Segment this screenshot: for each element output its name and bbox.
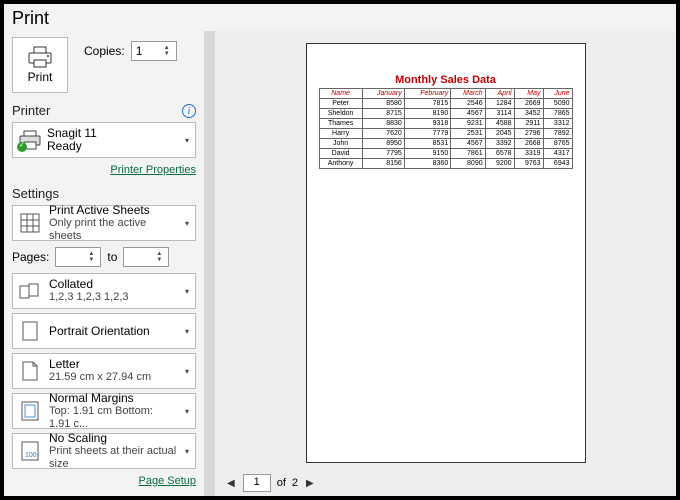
chevron-down-icon: ▾ (185, 287, 189, 296)
grid-icon (19, 212, 41, 234)
setting-text: Portrait Orientation (49, 325, 177, 338)
table-header: April (485, 89, 514, 99)
table-header: Name (319, 89, 362, 99)
setting-collated[interactable]: Collated 1,2,3 1,2,3 1,2,3 ▾ (12, 273, 196, 309)
setting-title: Collated (49, 278, 177, 291)
setting-title: Letter (49, 358, 177, 371)
paper-icon (19, 360, 41, 382)
setting-title: Print Active Sheets (49, 204, 177, 217)
table-row: Peter858078152546128426695090 (319, 99, 572, 109)
page-nav: ◀ 1 of 2 ▶ (215, 470, 676, 496)
printer-section-head: Printer i (12, 103, 196, 118)
print-button-label: Print (28, 70, 53, 84)
margins-icon (19, 400, 41, 422)
chevron-down-icon: ▾ (185, 407, 189, 416)
table-header: January (362, 89, 404, 99)
table-row: David779591507861657833194317 (319, 149, 572, 159)
pages-row: Pages: ▲ ▼ to ▲ ▼ (12, 247, 196, 267)
preview-table: NameJanuaryFebruaryMarchAprilMayJunePete… (319, 88, 573, 169)
setting-title: No Scaling (49, 432, 177, 445)
main-area: Print Copies: 1 ▲ ▼ Printer i (4, 31, 676, 496)
chevron-down-icon: ▾ (185, 327, 189, 336)
chevron-down-icon: ▾ (185, 367, 189, 376)
copies-value: 1 (136, 44, 143, 58)
preview-panel: Monthly Sales Data NameJanuaryFebruaryMa… (215, 31, 676, 496)
copies-row: Copies: 1 ▲ ▼ (84, 41, 177, 61)
nav-next-icon[interactable]: ▶ (304, 478, 316, 489)
setting-sub: 21.59 cm x 27.94 cm (49, 371, 177, 384)
setting-text: No Scaling Print sheets at their actual … (49, 432, 177, 471)
nav-prev-icon[interactable]: ◀ (225, 478, 237, 489)
nav-total-pages: 2 (292, 477, 298, 489)
setting-text: Print Active Sheets Only print the activ… (49, 204, 177, 243)
pages-to-label: to (107, 250, 117, 264)
print-window: Print Print Copies: 1 ▲ ▼ (0, 0, 680, 500)
printer-device-icon (19, 130, 41, 150)
settings-section-head: Settings (12, 186, 196, 201)
preview-page: Monthly Sales Data NameJanuaryFebruaryMa… (306, 43, 586, 463)
setting-paper-size[interactable]: Letter 21.59 cm x 27.94 cm ▾ (12, 353, 196, 389)
scaling-icon: 100 (19, 440, 41, 462)
setting-margins[interactable]: Normal Margins Top: 1.91 cm Bottom: 1.91… (12, 393, 196, 429)
collated-icon (19, 280, 41, 302)
table-row: John895085314567339226688765 (319, 139, 572, 149)
orientation-icon (19, 320, 41, 342)
stepper-down-icon[interactable]: ▼ (164, 51, 174, 57)
print-button[interactable]: Print (12, 37, 68, 93)
printer-select[interactable]: Snagit 11 Ready ▾ (12, 122, 196, 158)
table-row: Thames883093189231458829113312 (319, 119, 572, 129)
table-header: May (514, 89, 543, 99)
setting-title: Normal Margins (49, 392, 177, 405)
stepper-arrows: ▲ ▼ (156, 248, 166, 266)
setting-sub: Only print the active sheets (49, 217, 177, 243)
setting-sub: Top: 1.91 cm Bottom: 1.91 c... (49, 405, 177, 431)
setting-title: Portrait Orientation (49, 325, 177, 338)
printer-text: Snagit 11 Ready (47, 127, 179, 153)
setting-scaling[interactable]: 100 No Scaling Print sheets at their act… (12, 433, 196, 469)
printer-section-title: Printer (12, 103, 50, 118)
setting-print-area[interactable]: Print Active Sheets Only print the activ… (12, 205, 196, 241)
svg-text:100: 100 (25, 452, 37, 459)
table-header: June (543, 89, 572, 99)
setting-orientation[interactable]: Portrait Orientation ▾ (12, 313, 196, 349)
stepper-down-icon[interactable]: ▼ (88, 257, 98, 263)
table-row: Harry762077792531204527967892 (319, 129, 572, 139)
copies-label: Copies: (84, 44, 125, 58)
setting-text: Letter 21.59 cm x 27.94 cm (49, 358, 177, 384)
printer-icon (27, 46, 53, 68)
panel-divider (204, 31, 215, 496)
info-icon[interactable]: i (182, 104, 196, 118)
page-setup-link[interactable]: Page Setup (12, 475, 196, 487)
printer-status: Ready (47, 140, 179, 153)
nav-current-page[interactable]: 1 (243, 474, 271, 492)
copies-stepper[interactable]: 1 ▲ ▼ (131, 41, 177, 61)
setting-sub: Print sheets at their actual size (49, 445, 177, 471)
preview-area: Monthly Sales Data NameJanuaryFebruaryMa… (215, 31, 676, 470)
stepper-arrows: ▲ ▼ (88, 248, 98, 266)
table-row: Anthony815683608090920097636943 (319, 159, 572, 169)
setting-sub: 1,2,3 1,2,3 1,2,3 (49, 291, 177, 304)
pages-label: Pages: (12, 250, 49, 264)
preview-title: Monthly Sales Data (319, 74, 573, 86)
stepper-arrows: ▲ ▼ (164, 42, 174, 60)
settings-section-title: Settings (12, 186, 59, 201)
setting-text: Normal Margins Top: 1.91 cm Bottom: 1.91… (49, 392, 177, 431)
status-check-icon (17, 142, 27, 152)
table-header: March (451, 89, 485, 99)
window-title: Print (4, 4, 676, 31)
pages-to-stepper[interactable]: ▲ ▼ (123, 247, 169, 267)
pages-from-stepper[interactable]: ▲ ▼ (55, 247, 101, 267)
chevron-down-icon: ▾ (185, 219, 189, 228)
table-row: Sheldon871581904567311434527865 (319, 109, 572, 119)
chevron-down-icon: ▾ (185, 136, 189, 145)
left-panel: Print Copies: 1 ▲ ▼ Printer i (4, 31, 204, 496)
stepper-down-icon[interactable]: ▼ (156, 257, 166, 263)
table-header: February (404, 89, 450, 99)
chevron-down-icon: ▾ (185, 447, 189, 456)
nav-of-label: of (277, 477, 286, 489)
printer-properties-link[interactable]: Printer Properties (12, 164, 196, 176)
print-row: Print Copies: 1 ▲ ▼ (12, 37, 196, 93)
setting-text: Collated 1,2,3 1,2,3 1,2,3 (49, 278, 177, 304)
